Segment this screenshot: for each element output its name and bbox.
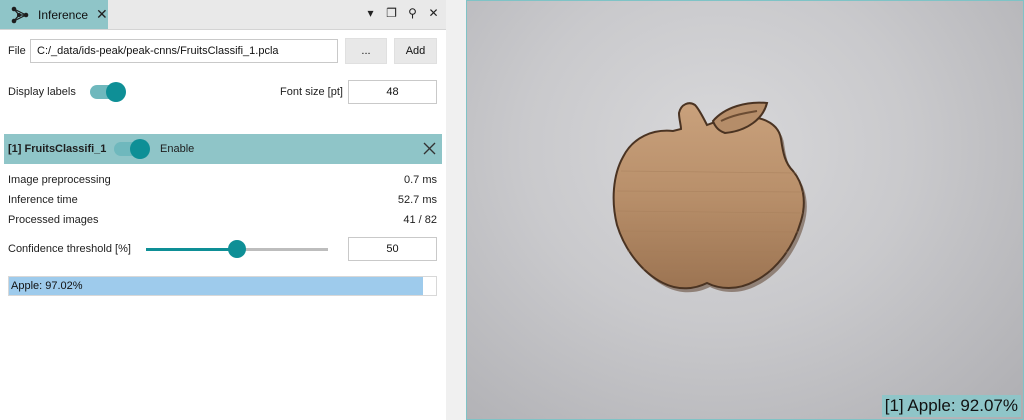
font-size-input[interactable] [348,80,437,104]
toggle-knob [130,139,150,159]
inference-panel: Inference ✕ ▾ ❐ ⚲ ✕ File ... Add Display… [0,0,446,420]
splitter[interactable] [446,0,466,420]
model-section-header: [1] FruitsClassifi_1 Enable [4,134,442,164]
classification-overlay: [1] Apple: 92.07% [881,395,1021,417]
result-bar: Apple: 97.02% [8,276,437,296]
toggle-knob [106,82,126,102]
display-labels-label: Display labels [8,86,76,98]
font-size-label: Font size [pt] [280,86,343,98]
stat-value: 41 / 82 [403,214,437,226]
confidence-input[interactable] [348,237,437,261]
stat-value: 0.7 ms [403,174,437,186]
result-text: Apple: 97.02% [11,280,83,292]
tab-close-icon[interactable]: ✕ [96,6,108,23]
stat-label: Processed images [8,214,99,226]
add-button[interactable]: Add [394,38,437,64]
stat-value: 52.7 ms [397,194,437,206]
apple-image [612,101,807,293]
model-title: [1] FruitsClassifi_1 [8,143,107,155]
browse-button[interactable]: ... [345,38,387,64]
tab-bar: Inference ✕ ▾ ❐ ⚲ ✕ [0,0,446,30]
slider-fill [146,248,237,251]
file-path-input[interactable] [30,39,338,63]
dropdown-icon[interactable]: ▾ [364,6,377,20]
slider-handle[interactable] [228,240,246,258]
float-window-icon[interactable]: ❐ [385,6,398,20]
close-model-icon[interactable] [423,142,436,155]
enable-label: Enable [160,143,195,155]
stat-label: Image preprocessing [8,174,111,186]
window-buttons: ▾ ❐ ⚲ ✕ [364,6,440,20]
model-enable-toggle[interactable] [114,139,150,159]
network-icon [11,6,29,23]
close-panel-icon[interactable]: ✕ [427,6,440,20]
tab-title: Inference [38,7,89,22]
file-label: File [8,45,26,57]
confidence-label: Confidence threshold [%] [8,243,131,255]
pin-icon[interactable]: ⚲ [406,6,419,20]
confidence-slider[interactable] [146,240,328,258]
tab-inference[interactable]: Inference ✕ [0,0,108,29]
display-labels-toggle[interactable] [90,82,126,102]
image-viewer[interactable]: [1] Apple: 92.07% [466,0,1024,420]
stat-label: Inference time [8,194,78,206]
